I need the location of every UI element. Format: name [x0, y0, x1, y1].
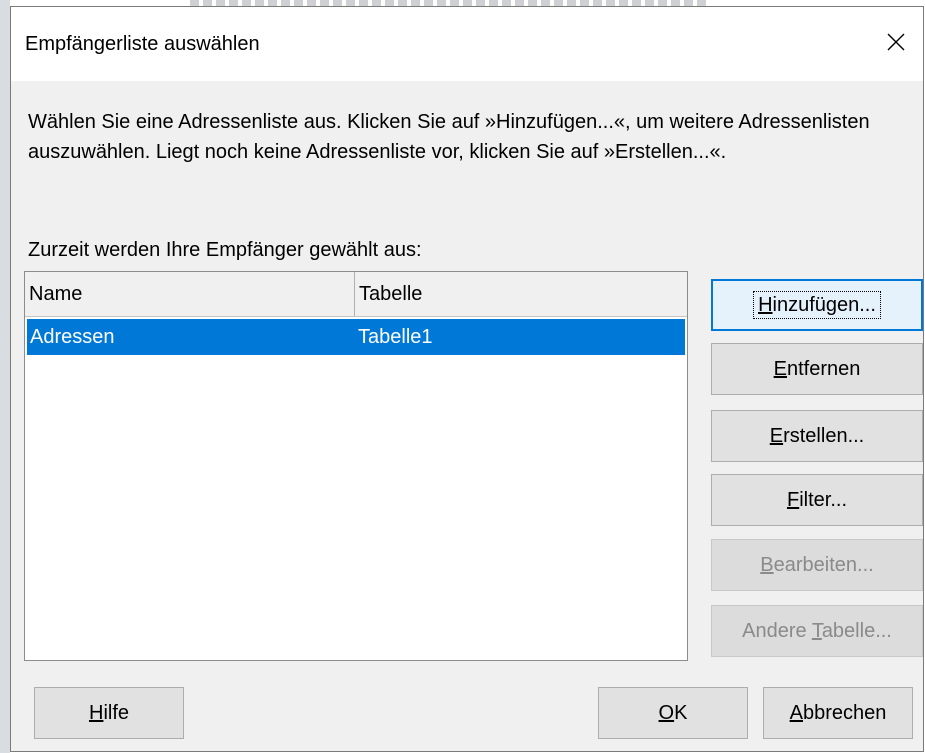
edit-button: Bearbeiten...	[711, 539, 923, 591]
list-row-selected[interactable]: Adressen Tabelle1	[27, 319, 685, 355]
background-window-edge	[0, 0, 10, 753]
create-button-label: Erstellen...	[769, 424, 865, 447]
filter-button-label: Filter...	[786, 488, 847, 511]
list-header: Name Tabelle	[25, 272, 687, 317]
help-button-label: Hilfe	[88, 701, 130, 724]
other-table-button-label: Andere Tabelle...	[742, 619, 892, 642]
close-button[interactable]	[879, 25, 913, 59]
dialog-title: Empfängerliste auswählen	[25, 33, 260, 55]
remove-button-label: Entfernen	[773, 357, 861, 380]
help-button[interactable]: Hilfe	[34, 687, 184, 739]
ok-button-label: OK	[658, 701, 688, 724]
filter-button[interactable]: Filter...	[711, 474, 923, 526]
select-address-list-dialog: Empfängerliste auswählen Wählen Sie eine…	[10, 6, 924, 752]
address-list[interactable]: Name Tabelle Adressen Tabelle1	[24, 271, 688, 661]
row-name-cell: Adressen	[30, 326, 115, 348]
close-icon	[887, 33, 905, 51]
cancel-button[interactable]: Abbrechen	[763, 687, 913, 739]
list-caption: Zurzeit werden Ihre Empfänger gewählt au…	[28, 239, 422, 261]
title-bar: Empfängerliste auswählen	[11, 7, 923, 81]
column-header-name[interactable]: Name	[25, 272, 355, 316]
ok-button[interactable]: OK	[598, 687, 748, 739]
row-table-cell: Tabelle1	[358, 326, 433, 348]
add-button[interactable]: Hinzufügen...	[711, 279, 923, 331]
cancel-button-label: Abbrechen	[789, 701, 887, 724]
other-table-button: Andere Tabelle...	[711, 605, 923, 657]
screen: Empfängerliste auswählen Wählen Sie eine…	[0, 0, 925, 753]
column-header-table[interactable]: Tabelle	[355, 272, 685, 316]
edit-button-label: Bearbeiten...	[760, 553, 874, 576]
dialog-description: Wählen Sie eine Adressenliste aus. Klick…	[28, 111, 870, 163]
create-button[interactable]: Erstellen...	[711, 410, 923, 462]
add-button-label: Hinzufügen...	[753, 291, 881, 319]
remove-button[interactable]: Entfernen	[711, 343, 923, 395]
